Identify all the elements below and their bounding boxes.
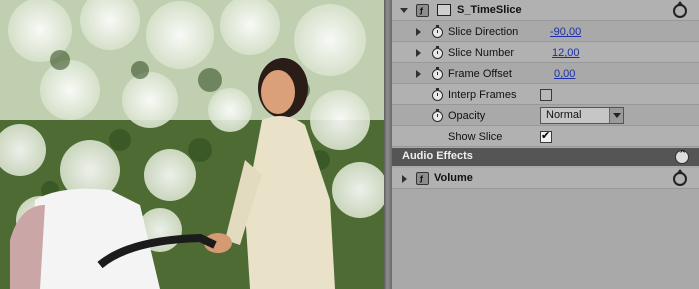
effect-row-timeslice[interactable]: ƒ S_TimeSlice xyxy=(392,0,699,21)
show-slice-checkbox[interactable] xyxy=(540,129,552,143)
audio-effects-header[interactable]: Audio Effects xyxy=(392,148,699,166)
param-label: Interp Frames xyxy=(448,89,517,101)
section-title: Audio Effects xyxy=(402,150,473,162)
video-preview xyxy=(0,0,384,289)
param-label: Slice Number xyxy=(448,47,515,59)
effect-name: Volume xyxy=(434,172,473,184)
fx-toggle-icon[interactable]: ƒ xyxy=(416,172,429,185)
effect-name: S_TimeSlice xyxy=(457,4,522,16)
clip-icon xyxy=(437,4,451,16)
stopwatch-icon[interactable] xyxy=(432,109,443,122)
stopwatch-icon[interactable] xyxy=(432,46,443,59)
effect-row-volume[interactable]: ƒ Volume xyxy=(392,168,699,189)
param-row-frame-offset: Frame Offset 0,00 xyxy=(392,63,699,84)
param-row-interp-frames: Interp Frames xyxy=(392,84,699,105)
chevron-right-icon[interactable] xyxy=(416,28,421,36)
chevron-down-icon[interactable] xyxy=(609,108,623,123)
param-value-frame-offset[interactable]: 0,00 xyxy=(554,68,575,80)
reset-icon[interactable] xyxy=(673,169,687,186)
param-row-slice-direction: Slice Direction -90,00 xyxy=(392,21,699,42)
param-label: Frame Offset xyxy=(448,68,512,80)
param-label: Slice Direction xyxy=(448,26,519,38)
stopwatch-icon[interactable] xyxy=(432,25,443,38)
opacity-dropdown-value: Normal xyxy=(546,109,582,121)
chevron-right-icon[interactable] xyxy=(416,70,421,78)
panel-divider[interactable] xyxy=(384,0,392,289)
opacity-dropdown[interactable]: Normal xyxy=(540,107,624,124)
param-row-show-slice: Show Slice xyxy=(392,126,699,147)
param-row-opacity: Opacity Normal xyxy=(392,105,699,126)
chevron-down-icon[interactable] xyxy=(400,8,408,13)
interp-frames-checkbox[interactable] xyxy=(540,89,552,101)
chevron-right-icon[interactable] xyxy=(402,175,407,183)
param-value-slice-direction[interactable]: -90,00 xyxy=(550,26,581,38)
fx-toggle-icon[interactable]: ƒ xyxy=(416,4,429,17)
param-value-slice-number[interactable]: 12,00 xyxy=(552,47,580,59)
effect-controls-panel: ƒ S_TimeSlice Slice Direction -90,00 Sli… xyxy=(392,0,699,289)
stopwatch-icon[interactable] xyxy=(432,88,443,101)
param-label: Show Slice xyxy=(448,131,503,143)
reset-icon[interactable] xyxy=(673,1,687,18)
param-row-slice-number: Slice Number 12,00 xyxy=(392,42,699,63)
param-label: Opacity xyxy=(448,110,486,122)
collapse-icon[interactable] xyxy=(675,148,689,164)
stopwatch-icon[interactable] xyxy=(432,67,443,80)
chevron-right-icon[interactable] xyxy=(416,49,421,57)
preview-image xyxy=(0,0,384,289)
